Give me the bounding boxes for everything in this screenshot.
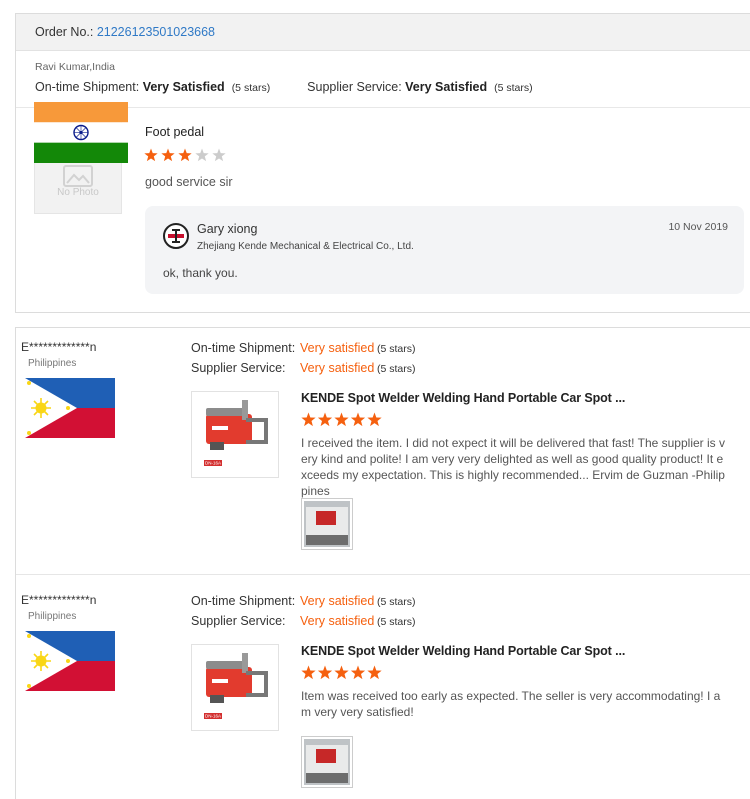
- review-photo-thumbnail[interactable]: [301, 736, 353, 788]
- order-number-label: Order No.: 21226123501023668: [35, 25, 215, 39]
- review-text: I received the item. I did not expect it…: [301, 436, 725, 498]
- service-label: Supplier Service:: [307, 80, 406, 94]
- reply-text: ok, thank you.: [163, 266, 238, 280]
- image-placeholder-icon: [63, 165, 93, 187]
- reviewer-name: E*************n: [21, 593, 97, 607]
- star-rating-icon: [301, 665, 382, 680]
- review-divider: [16, 574, 750, 575]
- supplier-reply: Gary xiong Zhejiang Kende Mechanical & E…: [145, 206, 744, 294]
- review-photo-icon: [304, 739, 350, 785]
- ontime-label: On-time Shipment:: [191, 341, 296, 355]
- star-icon: [301, 665, 316, 680]
- star-icon: [161, 148, 175, 162]
- service-label: Supplier Service:: [191, 614, 286, 628]
- india-flag-icon: [34, 102, 128, 163]
- buyer-name: Ravi Kumar,India: [35, 61, 115, 73]
- product-title[interactable]: KENDE Spot Welder Welding Hand Portable …: [301, 644, 625, 658]
- service-stars: (5 stars): [377, 363, 416, 375]
- review-item: E*************n Philippines On-time Ship…: [16, 581, 750, 799]
- spot-welder-icon: DN-16A: [204, 653, 268, 719]
- order-header: Order No.: 21226123501023668: [16, 14, 750, 51]
- star-icon: [350, 665, 366, 680]
- reply-date: 10 Nov 2019: [668, 221, 728, 233]
- spot-welder-icon: DN-16A: [204, 400, 268, 466]
- ontime-stars: (5 stars): [231, 82, 271, 94]
- supplier-company-name[interactable]: Zhejiang Kende Mechanical & Electrical C…: [197, 241, 414, 252]
- service-label: Supplier Service:: [191, 361, 286, 375]
- star-icon: [350, 412, 366, 427]
- ontime-label: On-time Shipment:: [35, 80, 143, 94]
- review-photo-icon: [304, 501, 350, 547]
- ontime-value: Very satisfied: [300, 594, 375, 608]
- star-icon: [178, 148, 192, 162]
- ontime-value: Very Satisfied: [142, 80, 225, 94]
- star-rating-icon: [144, 148, 226, 162]
- buyer-feedback-text: good service sir: [145, 175, 233, 189]
- ontime-stars: (5 stars): [377, 343, 416, 355]
- star-icon: [317, 665, 333, 680]
- product-image[interactable]: DN-16A: [191, 391, 279, 478]
- review-photo-thumbnail[interactable]: [301, 498, 353, 550]
- ontime-label: On-time Shipment:: [191, 594, 296, 608]
- ontime-value: Very satisfied: [300, 341, 375, 355]
- product-name[interactable]: Foot pedal: [145, 125, 204, 139]
- product-title[interactable]: KENDE Spot Welder Welding Hand Portable …: [301, 391, 625, 405]
- review-rating-stars: [301, 412, 391, 433]
- star-icon: [212, 148, 226, 162]
- reviewer-country: Philippines: [28, 611, 77, 622]
- service-stars: (5 stars): [377, 616, 416, 628]
- star-icon: [317, 412, 333, 427]
- star-icon: [301, 412, 316, 427]
- reviewer-country: Philippines: [28, 358, 77, 369]
- service-value: Very satisfied: [300, 361, 375, 375]
- star-icon: [195, 148, 209, 162]
- ontime-stars: (5 stars): [377, 596, 416, 608]
- star-icon: [144, 148, 158, 162]
- reviews-list: E*************n Philippines On-time Ship…: [15, 327, 750, 799]
- product-rating-stars: [144, 148, 234, 169]
- star-icon: [367, 665, 382, 680]
- order-label-text: Order No.:: [35, 25, 97, 39]
- star-icon: [367, 412, 382, 427]
- kende-logo-icon: [163, 223, 189, 249]
- order-review-card: Order No.: 21226123501023668 Ravi Kumar,…: [15, 13, 750, 313]
- star-rating-icon: [301, 412, 382, 427]
- order-ratings-line: On-time Shipment: Very Satisfied (5 stars…: [35, 80, 533, 94]
- philippines-flag-icon: [25, 378, 115, 438]
- philippines-flag-icon: [25, 631, 115, 691]
- product-badge: DN-16A: [205, 461, 221, 466]
- review-text: Item was received too early as expected.…: [301, 689, 721, 719]
- service-stars: (5 stars): [494, 82, 533, 94]
- star-icon: [334, 412, 349, 427]
- product-badge: DN-16A: [205, 714, 221, 719]
- order-number-link[interactable]: 21226123501023668: [97, 25, 215, 39]
- supplier-reply-name: Gary xiong: [197, 222, 258, 236]
- no-photo-label: No Photo: [57, 187, 99, 198]
- star-icon: [334, 665, 349, 680]
- service-value: Very Satisfied: [405, 80, 488, 94]
- product-image[interactable]: DN-16A: [191, 644, 279, 731]
- reviewer-name: E*************n: [21, 340, 97, 354]
- review-rating-stars: [301, 665, 391, 686]
- service-value: Very satisfied: [300, 614, 375, 628]
- review-item: E*************n Philippines On-time Ship…: [16, 328, 750, 575]
